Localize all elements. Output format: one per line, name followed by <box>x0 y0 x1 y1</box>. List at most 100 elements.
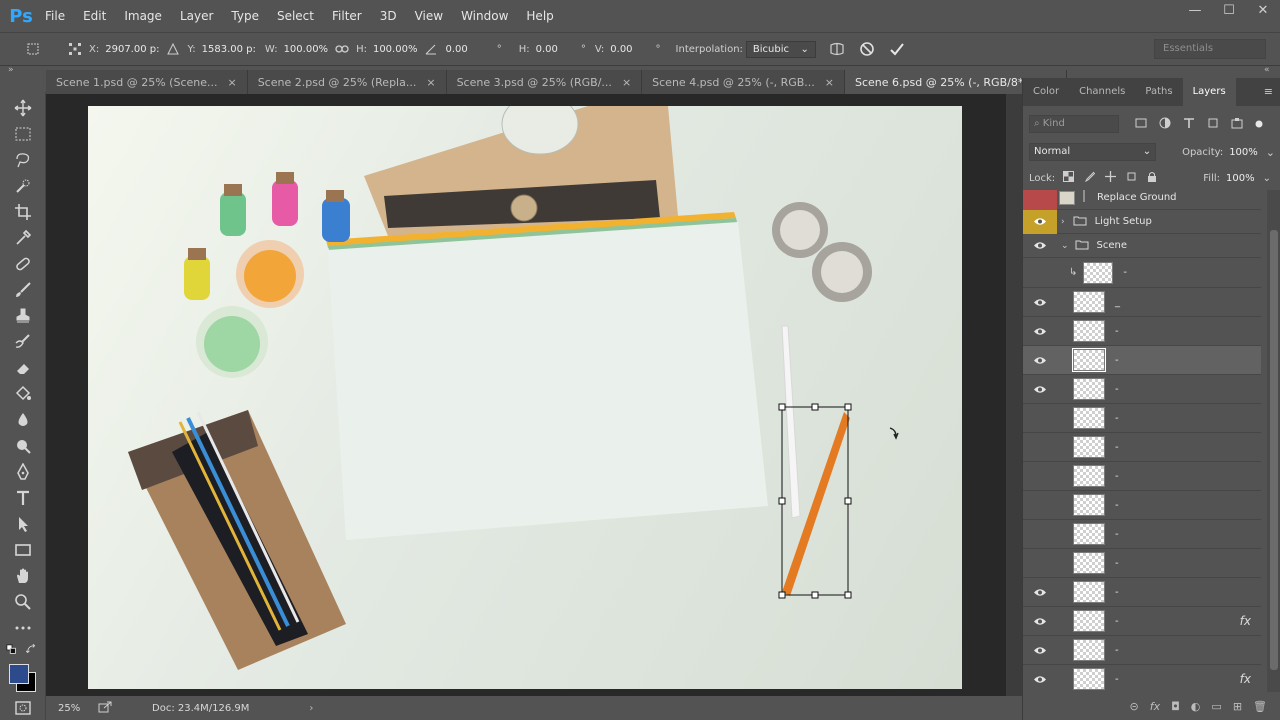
history-brush-tool-icon[interactable] <box>11 330 35 354</box>
swap-colors-icon[interactable] <box>25 643 40 658</box>
add-mask-icon[interactable]: ◘ <box>1171 700 1180 713</box>
menu-file[interactable]: File <box>36 0 74 32</box>
path-selection-tool-icon[interactable] <box>11 512 35 536</box>
menu-layer[interactable]: Layer <box>171 0 222 32</box>
restore-button[interactable]: ☐ <box>1212 0 1246 22</box>
tab-scene-2[interactable]: Scene 2.psd @ 25% (Repla... × <box>247 70 447 94</box>
quick-select-tool-icon[interactable] <box>11 174 35 198</box>
layer-row[interactable]: - <box>1023 462 1261 491</box>
menu-select[interactable]: Select <box>268 0 323 32</box>
layer-row[interactable]: - <box>1023 375 1261 404</box>
angle-field[interactable]: 0.00 <box>442 43 470 56</box>
layers-scrollbar-thumb[interactable] <box>1270 230 1278 670</box>
move-tool-icon[interactable] <box>11 96 35 120</box>
blend-mode-select[interactable]: Normal ⌄ <box>1029 143 1157 161</box>
visibility-toggle[interactable] <box>1023 665 1057 693</box>
tab-scene-4[interactable]: Scene 4.psd @ 25% (-, RGB... × <box>642 70 845 94</box>
layer-row[interactable]: ↳ - <box>1023 258 1261 288</box>
add-style-icon[interactable]: fx <box>1150 700 1160 713</box>
commit-transform-icon[interactable] <box>886 38 908 60</box>
tab-paths[interactable]: Paths <box>1135 78 1182 106</box>
delete-layer-icon[interactable]: 🗑 <box>1253 700 1267 713</box>
menu-image[interactable]: Image <box>115 0 171 32</box>
lock-artboard-icon[interactable] <box>1126 171 1137 185</box>
chevron-down-icon[interactable]: ⌄ <box>1263 173 1271 184</box>
layer-row[interactable]: - <box>1023 317 1261 346</box>
filter-adjustment-icon[interactable] <box>1159 117 1171 132</box>
tab-scene-3[interactable]: Scene 3.psd @ 25% (RGB/... × <box>446 70 643 94</box>
layer-row[interactable]: - <box>1023 404 1261 433</box>
tab-layers[interactable]: Layers <box>1182 78 1236 106</box>
filter-smart-icon[interactable] <box>1231 117 1243 132</box>
chevron-down-icon[interactable]: ⌄ <box>1266 146 1275 159</box>
expand-toolbar-icon[interactable]: » <box>8 65 14 75</box>
close-window-button[interactable]: ✕ <box>1246 0 1280 22</box>
menu-help[interactable]: Help <box>517 0 562 32</box>
menu-edit[interactable]: Edit <box>74 0 115 32</box>
fill-field[interactable]: 100% <box>1226 173 1255 184</box>
eraser-tool-icon[interactable] <box>11 356 35 380</box>
type-tool-icon[interactable] <box>11 486 35 510</box>
minimize-button[interactable]: — <box>1178 0 1212 22</box>
more-tools-icon[interactable] <box>11 616 35 640</box>
tab-close-icon[interactable]: × <box>622 76 631 89</box>
y-field[interactable]: 1583.00 p: <box>199 43 259 56</box>
layer-row[interactable]: - <box>1023 346 1261 375</box>
reference-point-icon[interactable] <box>64 38 86 60</box>
dodge-tool-icon[interactable] <box>11 434 35 458</box>
marquee-tool-icon[interactable] <box>11 122 35 146</box>
filter-toggle-icon[interactable] <box>1255 118 1263 131</box>
new-adjustment-icon[interactable]: ◐ <box>1191 700 1201 713</box>
layer-row-replace-ground[interactable]: Replace Ground <box>1023 190 1261 210</box>
paint-bucket-tool-icon[interactable] <box>11 382 35 406</box>
layer-row[interactable]: - fx <box>1023 607 1261 636</box>
cancel-transform-icon[interactable] <box>856 38 878 60</box>
transform-tool-icon[interactable] <box>22 38 44 60</box>
layer-row-light-setup[interactable]: › Light Setup <box>1023 209 1261 234</box>
visibility-toggle[interactable] <box>1023 375 1057 404</box>
lasso-tool-icon[interactable] <box>11 148 35 172</box>
panel-menu-icon[interactable]: ≡ <box>1264 78 1273 106</box>
interpolation-select[interactable]: Bicubic ⌄ <box>745 40 816 58</box>
menu-view[interactable]: View <box>406 0 452 32</box>
visibility-toggle[interactable] <box>1023 288 1057 317</box>
new-layer-icon[interactable]: ⊞ <box>1233 700 1242 713</box>
layer-row[interactable]: _ <box>1023 288 1261 317</box>
link-icon[interactable] <box>331 38 353 60</box>
link-layers-icon[interactable]: ⊝ <box>1129 700 1138 713</box>
chevron-down-icon[interactable]: ⌄ <box>1061 241 1069 251</box>
lock-transparent-icon[interactable] <box>1063 171 1075 185</box>
visibility-toggle[interactable] <box>1023 433 1057 462</box>
foreground-color-swatch[interactable] <box>9 664 29 684</box>
document-canvas[interactable] <box>88 106 962 689</box>
canvas-vertical-scrollbar[interactable] <box>1006 94 1022 696</box>
quick-mask-icon[interactable] <box>11 696 35 720</box>
filter-type-icon[interactable] <box>1183 117 1195 132</box>
layer-row[interactable]: - <box>1023 491 1261 520</box>
filter-pixel-icon[interactable] <box>1135 117 1147 132</box>
vskew-field[interactable]: 0.00 <box>607 43 635 56</box>
visibility-toggle[interactable] <box>1023 462 1057 491</box>
status-menu-arrow-icon[interactable]: › <box>309 703 313 714</box>
menu-window[interactable]: Window <box>452 0 517 32</box>
eyedropper-tool-icon[interactable] <box>11 226 35 250</box>
layer-row-scene[interactable]: ⌄ Scene <box>1023 234 1261 258</box>
blur-tool-icon[interactable] <box>11 408 35 432</box>
brush-tool-icon[interactable] <box>11 278 35 302</box>
layer-row[interactable]: - fx <box>1023 665 1261 692</box>
tab-close-icon[interactable]: × <box>426 76 435 89</box>
share-icon[interactable] <box>98 701 112 716</box>
height-field[interactable]: 100.00% <box>370 43 421 56</box>
healing-brush-tool-icon[interactable] <box>11 252 35 276</box>
layer-row[interactable]: - <box>1023 549 1261 578</box>
pen-tool-icon[interactable] <box>11 460 35 484</box>
lock-image-icon[interactable] <box>1084 171 1096 185</box>
chevron-right-icon[interactable]: › <box>1061 217 1065 227</box>
collapse-panels-icon[interactable]: « <box>1264 65 1270 75</box>
visibility-toggle[interactable] <box>1023 209 1057 234</box>
menu-type[interactable]: Type <box>222 0 268 32</box>
layer-row[interactable]: - <box>1023 520 1261 549</box>
tab-close-icon[interactable]: × <box>227 76 236 89</box>
filter-kind-select[interactable]: ⌕ Kind <box>1029 115 1119 133</box>
visibility-toggle[interactable] <box>1023 404 1057 433</box>
